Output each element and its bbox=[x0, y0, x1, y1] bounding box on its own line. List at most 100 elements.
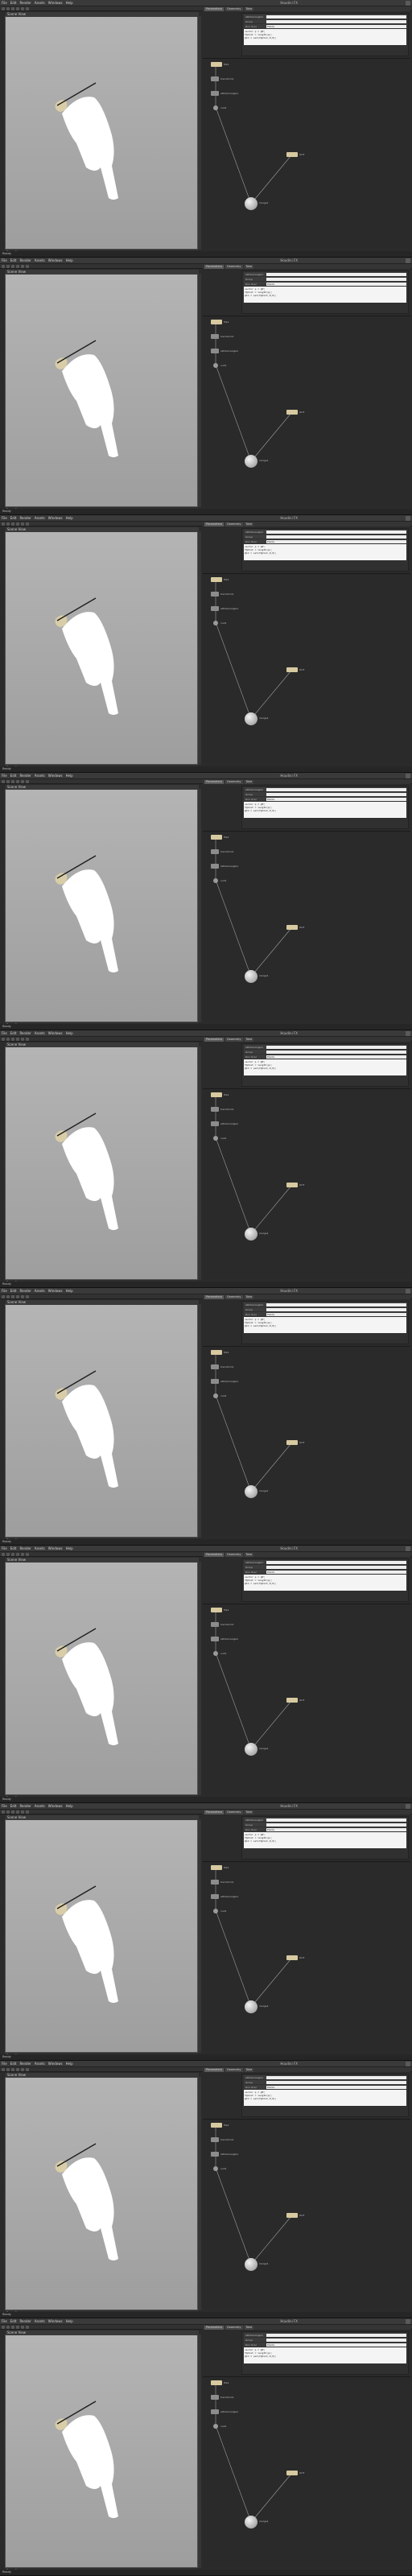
tool-icon[interactable] bbox=[11, 522, 14, 526]
network-node[interactable] bbox=[211, 1364, 219, 1369]
tool-icon[interactable] bbox=[6, 522, 10, 526]
viewport-side-toolbar[interactable] bbox=[198, 1819, 201, 2053]
tool-icon[interactable] bbox=[26, 264, 29, 268]
menu-assets[interactable]: Assets bbox=[35, 1031, 45, 1035]
tool-icon[interactable] bbox=[16, 6, 19, 10]
tool-icon[interactable] bbox=[16, 522, 19, 526]
scene-viewport[interactable]: Scene View bbox=[5, 1300, 199, 1538]
tool-icon[interactable] bbox=[2, 779, 5, 783]
scene-viewport[interactable]: Scene View bbox=[5, 527, 199, 765]
tab-geometry[interactable]: Geometry bbox=[225, 1037, 243, 1042]
menu-edit[interactable]: Edit bbox=[10, 516, 17, 520]
network-node[interactable] bbox=[213, 878, 218, 883]
tab-geometry[interactable]: Geometry bbox=[225, 779, 243, 784]
network-node[interactable] bbox=[211, 1350, 222, 1355]
menu-windows[interactable]: Windows bbox=[48, 516, 63, 520]
tool-icon[interactable] bbox=[11, 1037, 14, 1041]
vex-code-editor[interactable]: vector p = @P; f@dist = length(p); @Cd =… bbox=[244, 29, 406, 45]
network-node[interactable] bbox=[211, 606, 219, 611]
network-node[interactable] bbox=[211, 1894, 219, 1899]
node-name-field[interactable] bbox=[266, 1045, 406, 1049]
tool-icon[interactable] bbox=[11, 1810, 14, 1814]
menu-edit[interactable]: Edit bbox=[10, 2062, 17, 2066]
tab-parameters[interactable]: Parameters bbox=[204, 2325, 225, 2330]
menu-file[interactable]: File bbox=[2, 1546, 7, 1550]
menu-render[interactable]: Render bbox=[19, 774, 31, 778]
tool-icon[interactable] bbox=[16, 1810, 19, 1814]
vex-code-editor[interactable]: vector p = @P; f@dist = length(p); @Cd =… bbox=[244, 2347, 406, 2363]
tool-icon[interactable] bbox=[21, 522, 24, 526]
menu-file[interactable]: File bbox=[2, 1031, 7, 1035]
tool-icon[interactable] bbox=[6, 779, 10, 783]
close-icon[interactable] bbox=[406, 773, 410, 778]
network-node[interactable] bbox=[211, 2409, 219, 2414]
network-node[interactable] bbox=[245, 1485, 258, 1498]
tab-parameters[interactable]: Parameters bbox=[204, 6, 225, 11]
tab-take[interactable]: Take bbox=[244, 522, 254, 526]
tool-icon[interactable] bbox=[11, 1552, 14, 1556]
menu-edit[interactable]: Edit bbox=[10, 2319, 17, 2323]
tool-icon[interactable] bbox=[26, 1294, 29, 1298]
menu-assets[interactable]: Assets bbox=[35, 516, 45, 520]
menu-windows[interactable]: Windows bbox=[48, 1031, 63, 1035]
network-node[interactable] bbox=[286, 925, 298, 930]
network-node[interactable] bbox=[211, 2395, 219, 2400]
menu-help[interactable]: Help bbox=[66, 1804, 73, 1808]
network-node[interactable] bbox=[211, 849, 219, 854]
tool-icon[interactable] bbox=[6, 2325, 10, 2329]
menu-help[interactable]: Help bbox=[66, 774, 73, 778]
close-icon[interactable] bbox=[406, 515, 410, 521]
tab-take[interactable]: Take bbox=[244, 1810, 254, 1814]
group-field[interactable] bbox=[266, 1050, 406, 1054]
network-node[interactable] bbox=[211, 76, 219, 81]
viewport-side-toolbar[interactable] bbox=[198, 1046, 201, 1280]
network-node[interactable] bbox=[211, 1092, 222, 1097]
group-field[interactable] bbox=[266, 19, 406, 23]
network-view[interactable]: file1 transform1 attribwrangle1 null1 OU… bbox=[203, 58, 410, 248]
tool-icon[interactable] bbox=[2, 264, 5, 268]
menu-windows[interactable]: Windows bbox=[48, 774, 63, 778]
viewport-side-toolbar[interactable] bbox=[198, 1304, 201, 1538]
tool-icon[interactable] bbox=[2, 1552, 5, 1556]
menu-assets[interactable]: Assets bbox=[35, 774, 45, 778]
network-node[interactable] bbox=[245, 2000, 258, 2013]
tool-icon[interactable] bbox=[6, 6, 10, 10]
node-name-field[interactable] bbox=[266, 14, 406, 19]
network-node[interactable] bbox=[211, 1107, 219, 1112]
viewport-side-toolbar[interactable] bbox=[198, 789, 201, 1022]
menu-assets[interactable]: Assets bbox=[35, 1804, 45, 1808]
network-node[interactable] bbox=[211, 62, 222, 67]
tab-geometry[interactable]: Geometry bbox=[225, 2325, 243, 2330]
network-view[interactable]: file1 transform1 attribwrangle1 null1 OU… bbox=[203, 1604, 410, 1794]
run-over-select[interactable]: Points bbox=[266, 2085, 406, 2089]
menu-file[interactable]: File bbox=[2, 258, 7, 262]
tool-icon[interactable] bbox=[21, 1037, 24, 1041]
tool-icon[interactable] bbox=[21, 6, 24, 10]
vex-code-editor[interactable]: vector p = @P; f@dist = length(p); @Cd =… bbox=[244, 287, 406, 303]
tab-geometry[interactable]: Geometry bbox=[225, 1810, 243, 1814]
tool-icon[interactable] bbox=[16, 2067, 19, 2071]
viewport-side-toolbar[interactable] bbox=[198, 274, 201, 507]
tool-icon[interactable] bbox=[6, 2067, 10, 2071]
network-node[interactable] bbox=[245, 2516, 258, 2529]
network-node[interactable] bbox=[211, 91, 219, 96]
network-node[interactable] bbox=[245, 1743, 258, 1756]
vex-code-editor[interactable]: vector p = @P; f@dist = length(p); @Cd =… bbox=[244, 1059, 406, 1075]
network-node[interactable] bbox=[211, 577, 222, 582]
vex-code-editor[interactable]: vector p = @P; f@dist = length(p); @Cd =… bbox=[244, 1575, 406, 1591]
network-view[interactable]: file1 transform1 attribwrangle1 null1 OU… bbox=[203, 1088, 410, 1278]
tool-icon[interactable] bbox=[21, 1810, 24, 1814]
tool-icon[interactable] bbox=[21, 264, 24, 268]
menu-help[interactable]: Help bbox=[66, 2319, 73, 2323]
tool-icon[interactable] bbox=[21, 1294, 24, 1298]
network-node[interactable] bbox=[245, 1228, 258, 1241]
menu-edit[interactable]: Edit bbox=[10, 258, 17, 262]
menu-render[interactable]: Render bbox=[19, 2062, 31, 2066]
network-node[interactable] bbox=[211, 1637, 219, 1641]
close-icon[interactable] bbox=[406, 0, 410, 6]
menu-render[interactable]: Render bbox=[19, 2319, 31, 2323]
menu-assets[interactable]: Assets bbox=[35, 1289, 45, 1293]
tool-icon[interactable] bbox=[11, 1294, 14, 1298]
network-node[interactable] bbox=[211, 835, 222, 840]
menu-edit[interactable]: Edit bbox=[10, 1289, 17, 1293]
